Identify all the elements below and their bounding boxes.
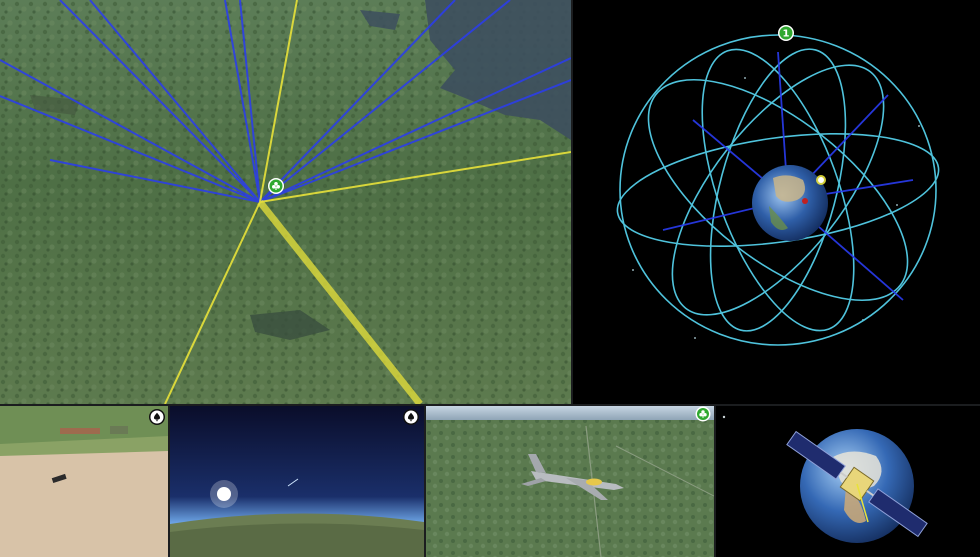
thumbnail-horizon-view[interactable] bbox=[170, 406, 424, 557]
orbit-view[interactable]: 1 bbox=[573, 0, 980, 404]
satellite-marker bbox=[816, 175, 826, 185]
star-dot bbox=[722, 415, 726, 419]
thumbnail-farm-view[interactable] bbox=[0, 406, 168, 557]
earth-satellite-canvas bbox=[722, 415, 928, 543]
club-icon bbox=[695, 406, 711, 422]
thumbnail-earth-satellite-view[interactable] bbox=[716, 406, 980, 557]
horizon-canvas bbox=[170, 406, 424, 557]
farm-canvas bbox=[0, 406, 168, 557]
terrain-canvas bbox=[0, 0, 571, 404]
aircraft-canvas bbox=[426, 406, 714, 557]
thumbnail-aircraft-view[interactable] bbox=[426, 406, 714, 557]
spade-icon bbox=[403, 409, 419, 425]
main-terrain-view[interactable] bbox=[0, 0, 571, 404]
farm-buildings bbox=[60, 428, 100, 434]
orbit-marker-label: 1 bbox=[783, 29, 790, 40]
orbit-canvas: 1 bbox=[616, 25, 940, 346]
spade-icon bbox=[149, 409, 165, 425]
ground-station-dot bbox=[802, 198, 808, 204]
orbit-marker-1: 1 bbox=[778, 25, 794, 41]
earth-landmass bbox=[773, 175, 805, 202]
club-icon bbox=[268, 178, 284, 194]
